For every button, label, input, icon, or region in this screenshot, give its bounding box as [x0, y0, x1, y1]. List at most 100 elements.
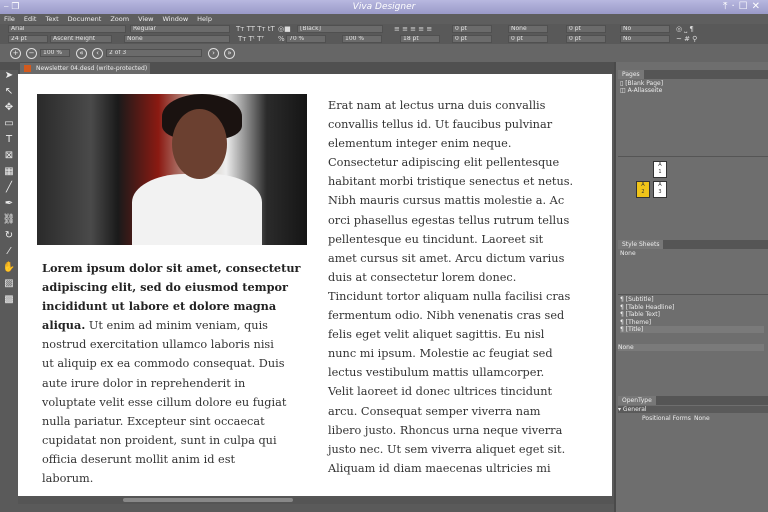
opacity-field[interactable]: 100 %	[342, 35, 382, 43]
stylesheet-none[interactable]: None	[620, 250, 636, 257]
color-select[interactable]: [Black]	[297, 25, 383, 33]
next-page-icon[interactable]: ›	[208, 48, 219, 59]
zoom-field[interactable]: 100 %	[40, 49, 70, 57]
keep-lines-select[interactable]: No	[620, 25, 670, 33]
page-thumb-1[interactable]: A1	[653, 161, 667, 178]
move-tool-icon[interactable]: ✥	[0, 102, 18, 118]
indent-right-field[interactable]: 0 pt	[566, 35, 606, 43]
stylesheet-item[interactable]: ¶ [Table Headline]	[620, 304, 674, 311]
eyedropper-tool-icon[interactable]: ⁄	[0, 246, 18, 262]
text-frame-tool-icon[interactable]: T	[0, 134, 18, 150]
text-line: lectus vestibulum mattis ullamcorper.	[328, 366, 545, 380]
menu-file[interactable]: File	[4, 15, 15, 23]
tint-icon: %	[278, 35, 285, 43]
woman-photo[interactable]	[37, 94, 307, 245]
first-page-icon[interactable]: «	[76, 48, 87, 59]
pen-tool-icon[interactable]: ✒	[0, 198, 18, 214]
rectangle-tool-icon[interactable]: ▭	[0, 118, 18, 134]
window-controls[interactable]: ⤒·☐✕	[723, 1, 764, 12]
positional-forms-value[interactable]: None	[694, 415, 710, 422]
last-page-icon[interactable]: »	[224, 48, 235, 59]
indent-left-field[interactable]: 0 pt	[566, 25, 606, 33]
lead-line: Lorem ipsum dolor sit amet, consectetur	[42, 261, 301, 275]
stylesheet-item[interactable]: ¶ [Theme]	[620, 319, 651, 326]
opentype-tab[interactable]: OpenType	[618, 396, 656, 405]
select-tool-icon[interactable]: ➤	[0, 70, 18, 86]
page-thumb-3[interactable]: A3	[653, 181, 667, 198]
left-text-column[interactable]: Lorem ipsum dolor sit amet, consectetur …	[42, 259, 301, 488]
document-page[interactable]: Lorem ipsum dolor sit amet, consectetur …	[18, 74, 612, 496]
text-line: orci phasellus egestas tellus rutrum tel…	[328, 213, 570, 227]
stylesheet-item[interactable]: ¶ [Table Text]	[620, 311, 660, 318]
stylesheet-item[interactable]: ¶ [Subtitle]	[620, 296, 654, 303]
sub-superscript-icons[interactable]: Tт Tᵗ Tᵀ	[238, 35, 264, 43]
pages-tab[interactable]: Pages	[618, 70, 644, 79]
space-after-field[interactable]: 0 pt	[452, 35, 492, 43]
text-line: Aliquam id diam maecenas ultricies mi	[328, 461, 551, 475]
document-tab[interactable]: Newsletter 04.desd (write-protected)	[20, 63, 150, 74]
app-title: Viva Designer	[352, 2, 416, 12]
text-line: voluptate velit esse cillum dolore eu fu…	[42, 395, 287, 409]
prev-page-icon[interactable]: ‹	[92, 48, 103, 59]
hyphen-icons[interactable]: ~ # ⚲	[676, 35, 697, 43]
tool-palette: ➤ ↖ ✥ ▭ T ⊠ ▦ ╱ ✒ ⛓ ↻ ⁄ ✋ ▨ ▩	[0, 70, 18, 512]
menu-help[interactable]: Help	[197, 15, 212, 23]
menu-edit[interactable]: Edit	[24, 15, 37, 23]
line-tool-icon[interactable]: ╱	[0, 182, 18, 198]
keep-next-select[interactable]: No	[620, 35, 670, 43]
align-icons[interactable]: ≡ ≡ ≡ ≡ ≡	[394, 25, 432, 33]
text-line: amet cursus sit amet. Arcu dictum varius	[328, 251, 565, 265]
text-line: nunc mi ipsum. Molestie ac feugiat sed	[328, 347, 553, 361]
master-item[interactable]: ▯ [Blank Page]	[620, 80, 663, 87]
hand-tool-icon[interactable]: ✋	[0, 262, 18, 278]
column-gap-field[interactable]: 0 pt	[508, 35, 548, 43]
font-select[interactable]: Arial	[8, 25, 126, 33]
page-select[interactable]: 2 of 3	[106, 49, 202, 57]
invisibles-icons[interactable]: ◎ ⎵ ¶	[676, 25, 694, 34]
zoom-in-icon[interactable]: +	[10, 48, 21, 59]
swatch-tool-icon[interactable]: ▩	[0, 294, 18, 310]
direct-select-tool-icon[interactable]: ↖	[0, 86, 18, 102]
text-line: cupidatat non proident, sunt in culpa qu…	[42, 433, 277, 447]
table-tool-icon[interactable]: ▦	[0, 166, 18, 182]
para-leading-field[interactable]: 18 pt	[400, 35, 440, 43]
text-line: Tincidunt tortor aliquam nulla facilisi …	[328, 289, 571, 303]
panel-divider[interactable]	[618, 294, 768, 295]
menu-document[interactable]: Document	[68, 15, 102, 23]
text-line: Consectetur adipiscing elit pellentesque	[328, 156, 560, 170]
panel-divider[interactable]	[618, 156, 768, 157]
underline-select[interactable]: None	[124, 35, 230, 43]
tint-field[interactable]: 70 %	[286, 35, 326, 43]
char-stylesheet-none[interactable]: None	[618, 344, 764, 351]
stylesheet-item-selected[interactable]: ¶ [Title]	[620, 326, 764, 333]
font-size-field[interactable]: 24 pt	[8, 35, 48, 43]
space-before-field[interactable]: 0 pt	[452, 25, 492, 33]
text-case-icons[interactable]: Tт TT Tт tT	[236, 25, 275, 33]
stylesheets-tab[interactable]: Style Sheets	[618, 240, 664, 249]
gradient-tool-icon[interactable]: ▨	[0, 278, 18, 294]
page-thumb-2[interactable]: A2	[636, 181, 650, 198]
image-frame-tool-icon[interactable]: ⊠	[0, 150, 18, 166]
zoom-out-icon[interactable]: −	[26, 48, 37, 59]
document-icon	[24, 65, 31, 72]
scroll-thumb[interactable]	[123, 498, 293, 502]
rotate-tool-icon[interactable]: ↻	[0, 230, 18, 246]
columns-select[interactable]: None	[508, 25, 548, 33]
color-swatch-icon[interactable]: ◎■	[278, 25, 291, 33]
pages-panel-header: Pages	[618, 70, 768, 79]
text-line: Erat nam at lectus urna duis convallis	[328, 99, 546, 112]
menu-text[interactable]: Text	[45, 15, 58, 23]
menu-zoom[interactable]: Zoom	[110, 15, 129, 23]
menu-window[interactable]: Window	[163, 15, 189, 23]
style-select[interactable]: Regular	[130, 25, 230, 33]
general-group[interactable]: ▾ General	[618, 406, 768, 413]
master-item[interactable]: ◫ A-Allasseite	[620, 87, 662, 94]
link-tool-icon[interactable]: ⛓	[0, 214, 18, 230]
menu-view[interactable]: View	[138, 15, 153, 23]
tab-label: Newsletter 04.desd (write-protected)	[36, 65, 148, 72]
text-line: justo nec. Ut sem viverra aliquet eget s…	[328, 442, 566, 456]
leading-mode-select[interactable]: Ascent Height	[50, 35, 112, 43]
horizontal-scrollbar[interactable]	[18, 496, 614, 504]
right-text-column[interactable]: Erat nam at lectus urna duis convallis co…	[328, 96, 573, 478]
text-line: officia deserunt mollit anim id est	[42, 452, 236, 466]
